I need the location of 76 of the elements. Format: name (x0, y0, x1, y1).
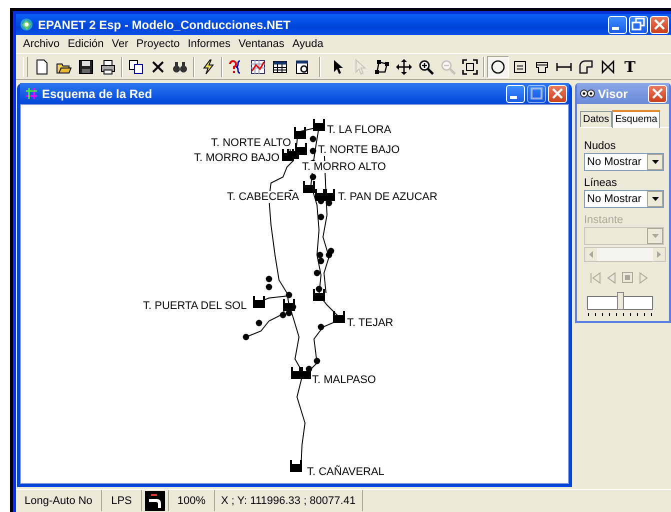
minimize-icon (510, 96, 517, 99)
speed-slider[interactable] (587, 292, 653, 316)
menu-item[interactable]: Archivo (19, 38, 64, 50)
window-title: EPANET 2 Esp - Modelo_Conducciones.NET (38, 18, 290, 32)
menu-item[interactable]: Proyecto (132, 38, 184, 50)
dropdown-field[interactable]: No Mostrar (584, 190, 664, 208)
tank-label: T. MORRO ALTO (301, 161, 387, 173)
tank-label: T. PUERTA DEL SOL (142, 300, 248, 312)
text-tool-button[interactable]: T (619, 56, 641, 78)
dropdown-field[interactable]: No Mostrar (584, 153, 664, 171)
close-button[interactable] (648, 84, 667, 102)
tank-label: T. CAÑAVERAL (306, 466, 386, 478)
restore-button[interactable] (629, 16, 648, 34)
menu-item[interactable]: Ver (108, 38, 132, 50)
copy-icon (128, 58, 144, 74)
menu-item[interactable]: Informes (184, 38, 234, 50)
toolbar-button[interactable] (487, 56, 509, 78)
pump-icon (578, 58, 594, 74)
close-icon (652, 17, 667, 32)
eyes-icon (580, 88, 595, 99)
pan-icon (396, 58, 412, 74)
valve-icon (600, 58, 616, 74)
right-arrow-icon (657, 251, 661, 258)
circle-icon (490, 58, 506, 74)
minimize-icon (612, 27, 619, 30)
polygon-icon (374, 58, 390, 74)
slider-thumb[interactable] (617, 292, 624, 310)
tank-label: T. PAN DE AZUCAR (337, 191, 438, 203)
grid-icon (25, 87, 38, 100)
printer-icon (100, 58, 116, 74)
tank-label: T. NORTE ALTO (210, 137, 292, 149)
field-label: Nudos (584, 140, 617, 152)
restore-icon (631, 17, 646, 32)
status-text: 100% (169, 490, 215, 511)
dropdown-arrow-icon (652, 160, 658, 164)
panel-title: Visor (598, 86, 628, 100)
tab[interactable]: Esquema (612, 110, 660, 128)
dropdown-arrow-icon (652, 197, 658, 201)
delete-icon (150, 58, 166, 74)
close-button[interactable] (548, 84, 567, 102)
scrollbar[interactable] (584, 247, 666, 262)
zoom-out-icon (440, 58, 456, 74)
zoom-in-icon (418, 58, 434, 74)
maximize-icon (529, 86, 544, 101)
status-text: LPS (102, 490, 142, 511)
close-icon (650, 86, 665, 101)
tank-label: T. LA FLORA (326, 124, 392, 136)
new-file-icon (34, 58, 50, 74)
app-icon (19, 17, 34, 32)
left-arrow-icon (589, 251, 593, 258)
menu-item[interactable]: Ventanas (234, 38, 288, 50)
field-label: Líneas (584, 177, 618, 189)
full-extent-icon (462, 58, 478, 74)
menu-item[interactable]: Edición (64, 38, 108, 50)
status-text: Long-Auto No (16, 490, 102, 511)
minimize-button[interactable] (608, 16, 627, 34)
tank-label: T. TEJAR (346, 317, 394, 329)
tank-label: T. MORRO BAJO (193, 152, 281, 164)
reservoir-icon (512, 58, 528, 74)
close-icon (550, 86, 565, 101)
maximize-button[interactable] (527, 84, 546, 102)
tab[interactable]: Datos (580, 111, 612, 127)
window-title: Esquema de la Red (42, 86, 152, 100)
dropdown-arrow-icon (652, 234, 658, 238)
table-icon (272, 58, 288, 74)
tank-label: T. CABECERA (226, 191, 300, 203)
lightning-icon (200, 58, 216, 74)
tank-label: T. MALPASO (311, 374, 377, 386)
status-text: X ; Y: 111996.33 ; 80077.41 (215, 490, 363, 511)
tank-label: T. NORTE BAJO (317, 144, 401, 156)
options-icon (294, 58, 310, 74)
menu-item[interactable]: Ayuda (288, 38, 328, 50)
close-button[interactable] (650, 16, 669, 34)
graph-icon (250, 58, 266, 74)
field-label: Instante (584, 214, 624, 226)
minimize-button[interactable] (506, 84, 525, 102)
